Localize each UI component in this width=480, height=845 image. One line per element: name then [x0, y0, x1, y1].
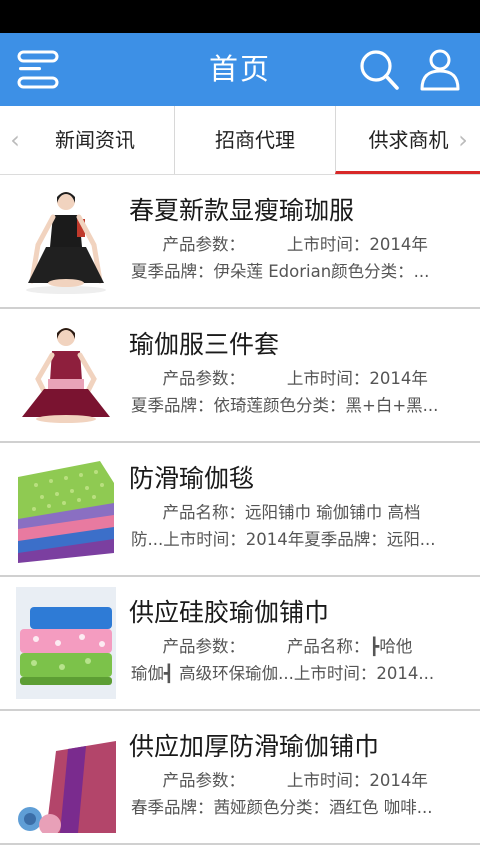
- product-thumbnail: [16, 319, 116, 431]
- list-item[interactable]: 防滑瑜伽毯 产品名称：远阳铺巾 瑜伽铺巾 高档 防...上市时间：2014年夏季…: [0, 443, 480, 577]
- item-desc-line1: 产品参数： 上市时间：2014年: [131, 369, 428, 388]
- product-list: 春夏新款显瘦瑜珈服 产品参数： 上市时间：2014年 夏季品牌：伊朵莲 Edor…: [0, 175, 480, 845]
- category-tabs: ‹ 新闻资讯 招商代理 供求商机 ›: [0, 106, 480, 175]
- product-thumbnail: [16, 587, 116, 699]
- product-thumbnail: [16, 721, 116, 833]
- product-thumbnail: [16, 453, 116, 565]
- tab-agency[interactable]: 招商代理: [174, 106, 335, 174]
- search-icon: [360, 50, 399, 90]
- item-desc-line2: 瑜伽┫ 高级环保瑜伽...上市时间：2014...: [131, 664, 435, 683]
- list-item[interactable]: 瑜伽服三件套 产品参数： 上市时间：2014年 夏季品牌：依琦莲颜色分类：黑+白…: [0, 309, 480, 443]
- item-desc-line2: 春季品牌：茜娅颜色分类：酒红色 咖啡...: [131, 798, 433, 817]
- item-title: 供应硅胶瑜伽铺巾: [129, 598, 330, 627]
- list-item[interactable]: 春夏新款显瘦瑜珈服 产品参数： 上市时间：2014年 夏季品牌：伊朵莲 Edor…: [0, 175, 480, 309]
- item-description: 产品名称：远阳铺巾 瑜伽铺巾 高档 防...上市时间：2014年夏季品牌：远阳.…: [131, 499, 471, 553]
- item-description: 产品参数： 产品名称：┣哈他 瑜伽┫ 高级环保瑜伽...上市时间：2014...: [131, 633, 471, 687]
- list-item[interactable]: 供应硅胶瑜伽铺巾 产品参数： 产品名称：┣哈他 瑜伽┫ 高级环保瑜伽...上市时…: [0, 577, 480, 711]
- item-desc-line1: 产品参数： 上市时间：2014年: [131, 235, 428, 254]
- item-title: 供应加厚防滑瑜伽铺巾: [129, 732, 380, 761]
- tabs-right-arrow-icon[interactable]: ›: [452, 106, 474, 174]
- item-title: 防滑瑜伽毯: [129, 464, 255, 493]
- item-title: 春夏新款显瘦瑜珈服: [129, 196, 355, 225]
- item-description: 产品参数： 上市时间：2014年 夏季品牌：伊朵莲 Edorian颜色分类：..…: [131, 231, 471, 285]
- item-desc-line1: 产品参数： 上市时间：2014年: [131, 771, 428, 790]
- item-description: 产品参数： 上市时间：2014年 春季品牌：茜娅颜色分类：酒红色 咖啡...: [131, 767, 471, 821]
- item-desc-line1: 产品参数： 产品名称：┣哈他: [131, 637, 413, 656]
- product-thumbnail: [16, 185, 116, 297]
- page-title: 首页: [208, 52, 271, 86]
- item-desc-line2: 夏季品牌：依琦莲颜色分类：黑+白+黑...: [131, 396, 439, 415]
- user-icon: [420, 49, 460, 91]
- item-desc-line1: 产品名称：远阳铺巾 瑜伽铺巾 高档: [131, 503, 421, 522]
- item-desc-line2: 夏季品牌：伊朵莲 Edorian颜色分类：...: [131, 262, 430, 281]
- list-item[interactable]: 供应加厚防滑瑜伽铺巾 产品参数： 上市时间：2014年 春季品牌：茜娅颜色分类：…: [0, 711, 480, 845]
- item-title: 瑜伽服三件套: [129, 330, 280, 359]
- user-button[interactable]: [416, 45, 466, 95]
- app-header: 首页: [0, 33, 480, 106]
- status-bar: [0, 0, 480, 33]
- search-button[interactable]: [355, 45, 405, 95]
- item-description: 产品参数： 上市时间：2014年 夏季品牌：依琦莲颜色分类：黑+白+黑...: [131, 365, 471, 419]
- tab-news[interactable]: 新闻资讯: [16, 106, 174, 174]
- item-desc-line2: 防...上市时间：2014年夏季品牌：远阳...: [131, 530, 436, 549]
